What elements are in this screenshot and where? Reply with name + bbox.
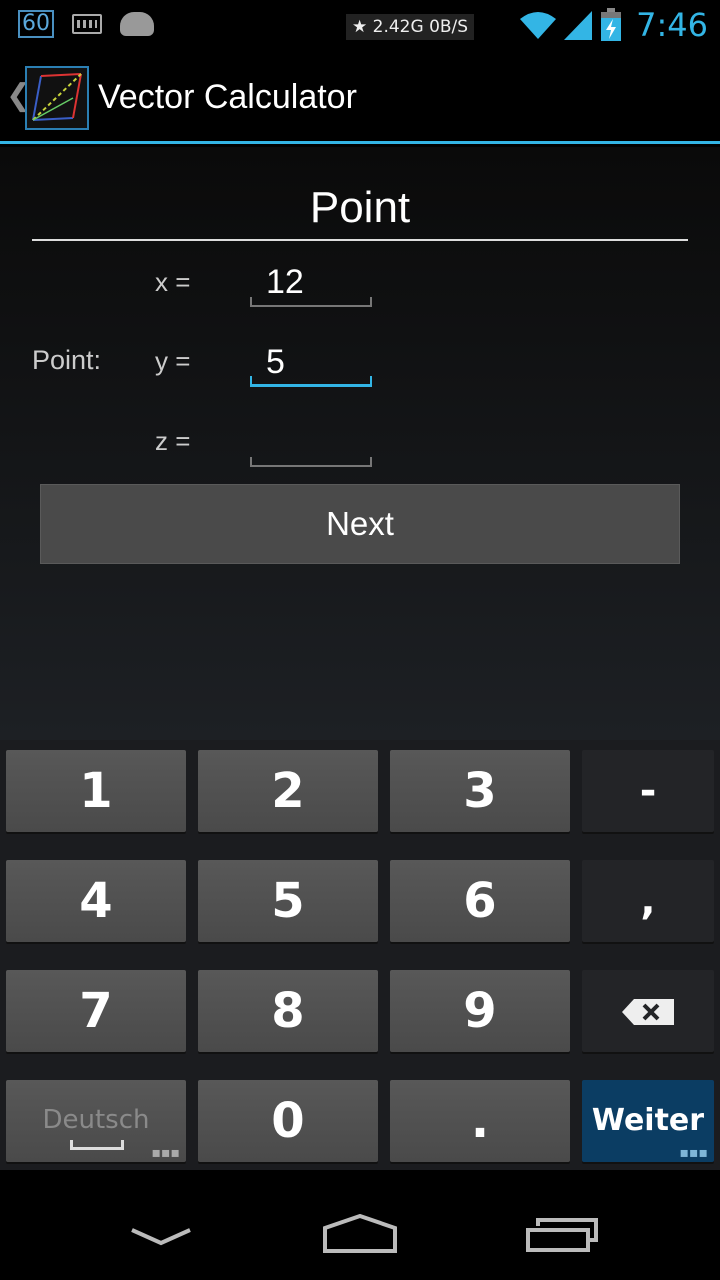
y-input[interactable]: 5 — [250, 343, 372, 387]
key-7[interactable]: 7 — [6, 970, 186, 1052]
status-bar: 60 ★ 2.42G 0B/S 7:46 — [0, 0, 720, 50]
key-6[interactable]: 6 — [390, 860, 570, 942]
language-label: Deutsch — [42, 1105, 150, 1135]
back-icon[interactable] — [130, 1226, 192, 1248]
key-0[interactable]: 0 — [198, 1080, 378, 1162]
key-comma[interactable]: , — [582, 860, 714, 942]
main-content: Point Point: x = 12 y = 5 z = Next — [0, 147, 720, 740]
backspace-icon — [622, 999, 674, 1025]
recent-apps-icon[interactable] — [526, 1218, 598, 1252]
spacebar-icon — [70, 1140, 124, 1150]
key-9[interactable]: 9 — [390, 970, 570, 1052]
weiter-key[interactable]: Weiter ▪▪▪ — [582, 1080, 714, 1162]
language-key[interactable]: Deutsch ▪▪▪ — [6, 1080, 186, 1162]
key-period[interactable]: . — [390, 1080, 570, 1162]
key-minus[interactable]: - — [582, 750, 714, 832]
app-title: Vector Calculator — [98, 78, 357, 116]
x-label: x = — [155, 267, 191, 297]
key-5[interactable]: 5 — [198, 860, 378, 942]
x-input[interactable]: 12 — [250, 263, 372, 307]
network-speed: ★ 2.42G 0B/S — [346, 14, 475, 40]
more-dots-icon: ▪▪▪ — [679, 1145, 708, 1161]
navigation-bar — [0, 1170, 720, 1280]
numeric-keyboard: 1 2 3 - 4 5 6 , 7 8 9 Deutsch ▪▪▪ 0 . We… — [0, 740, 720, 1170]
z-label: z = — [155, 426, 191, 456]
status-left: 60 — [18, 10, 154, 38]
wifi-icon — [520, 12, 557, 39]
keyboard-icon — [72, 14, 102, 34]
page-title: Point — [32, 183, 688, 241]
point-row-label: Point: — [32, 345, 102, 375]
status-right: 7:46 — [518, 6, 708, 44]
app-logo-icon[interactable] — [25, 66, 89, 130]
action-bar: ❮ Vector Calculator — [0, 50, 720, 144]
android-icon — [120, 12, 154, 36]
next-button[interactable]: Next — [40, 484, 680, 564]
key-4[interactable]: 4 — [6, 860, 186, 942]
key-3[interactable]: 3 — [390, 750, 570, 832]
battery-charging-icon — [601, 8, 622, 41]
backspace-key[interactable] — [582, 970, 714, 1052]
z-input[interactable] — [250, 423, 372, 467]
signal-icon — [564, 11, 593, 40]
key-1[interactable]: 1 — [6, 750, 186, 832]
y-label: y = — [155, 346, 191, 376]
key-2[interactable]: 2 — [198, 750, 378, 832]
home-icon[interactable] — [322, 1214, 398, 1254]
key-8[interactable]: 8 — [198, 970, 378, 1052]
clock: 7:46 — [636, 6, 708, 44]
weiter-label: Weiter — [591, 1103, 705, 1138]
more-dots-icon: ▪▪▪ — [151, 1145, 180, 1161]
notification-badge: 60 — [18, 10, 54, 38]
